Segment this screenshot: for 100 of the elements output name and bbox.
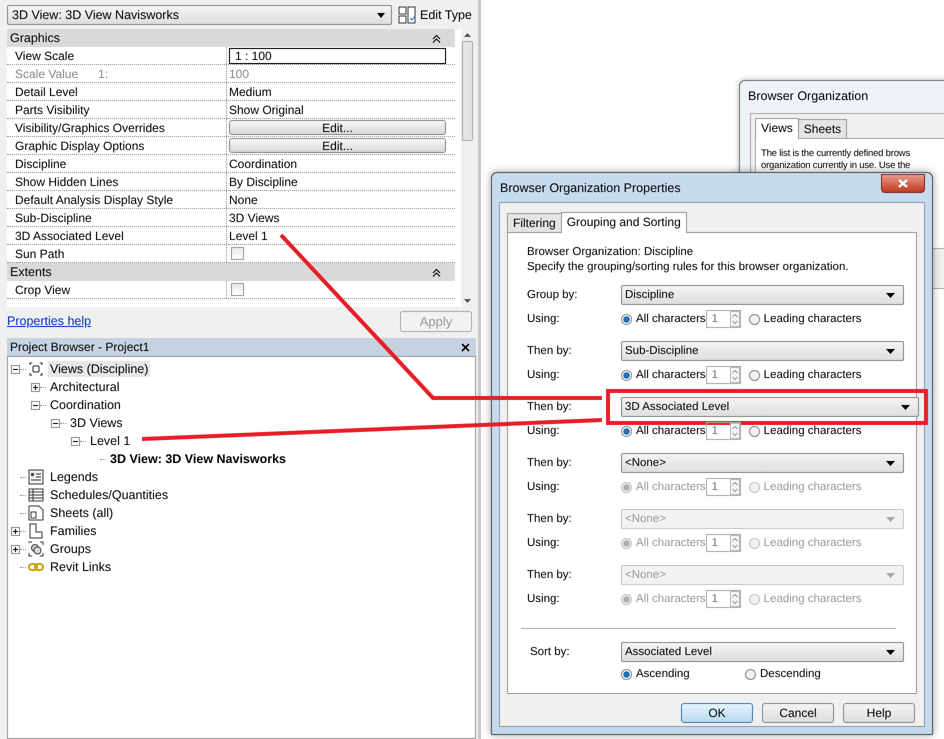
collapse-icon[interactable] xyxy=(31,400,40,410)
number-spinner[interactable]: 1 xyxy=(706,422,741,440)
edit-button[interactable]: Edit... xyxy=(229,120,446,135)
tree-item[interactable]: Families xyxy=(48,523,99,539)
tab[interactable]: Grouping and Sorting xyxy=(560,212,687,233)
radio-label[interactable]: Leading characters xyxy=(764,369,862,381)
expand-icon[interactable] xyxy=(11,544,20,554)
close-icon xyxy=(898,179,908,188)
dialog-button[interactable]: OK xyxy=(681,703,753,723)
property-label: Sub-Discipline xyxy=(15,210,92,224)
group-header[interactable]: Extents xyxy=(7,263,455,281)
collapse-icon[interactable] xyxy=(51,418,60,428)
tree-item[interactable]: Schedules/Quantities xyxy=(48,487,170,503)
property-label: 3D Associated Level xyxy=(15,228,124,242)
view-frame-icon xyxy=(28,361,44,377)
dropdown[interactable]: 3D Associated Level xyxy=(621,397,919,417)
legend-icon xyxy=(28,469,44,485)
property-value: Show Original xyxy=(229,102,304,116)
tree-item[interactable]: Legends xyxy=(48,469,100,485)
edit-type-button[interactable]: Edit Type xyxy=(398,6,472,24)
tree-item[interactable]: Groups xyxy=(48,541,93,557)
expand-icon[interactable] xyxy=(31,382,40,392)
type-selector[interactable]: 3D View: 3D View Navisworks xyxy=(7,5,392,25)
property-label: Crop View xyxy=(15,282,70,296)
panel-title: Project Browser - Project1 xyxy=(10,340,150,354)
radio-button[interactable] xyxy=(748,370,760,380)
tab[interactable]: Views xyxy=(755,118,799,139)
description-text: organization currently in use. Use the xyxy=(761,160,912,172)
collapse-icon[interactable] xyxy=(71,436,80,446)
radio-button[interactable] xyxy=(748,426,760,436)
field-label: Using: xyxy=(527,425,561,437)
collapse-icon[interactable] xyxy=(432,34,441,42)
field-label: Using: xyxy=(527,369,561,381)
sheet-icon xyxy=(28,505,44,521)
tab[interactable]: Sheets xyxy=(798,119,848,138)
radio-button[interactable] xyxy=(748,482,760,492)
dropdown-arrow-icon xyxy=(377,12,385,18)
edit-button[interactable]: Edit... xyxy=(229,138,446,153)
collapse-icon[interactable] xyxy=(11,364,20,374)
radio-label[interactable]: Descending xyxy=(760,668,821,680)
description-text: Specify the grouping/sorting rules for this browser organization. xyxy=(527,260,850,275)
property-label: Show Hidden Lines xyxy=(15,174,118,188)
radio-button[interactable] xyxy=(748,314,760,324)
tree-item[interactable]: 3D View: 3D View Navisworks xyxy=(108,451,288,467)
dropdown[interactable]: Sub-Discipline xyxy=(621,341,904,361)
dialog-button[interactable]: Cancel xyxy=(762,703,834,723)
value-field[interactable]: 1 : 100 xyxy=(229,48,446,64)
dropdown[interactable]: Discipline xyxy=(621,285,904,305)
close-icon[interactable] xyxy=(461,342,470,352)
radio-button[interactable] xyxy=(621,426,632,436)
description-text: Browser Organization: Discipline xyxy=(527,245,694,260)
property-value: None xyxy=(229,192,258,206)
radio-button[interactable] xyxy=(621,370,632,380)
tab[interactable]: Filtering xyxy=(507,213,562,232)
field-label: Then by: xyxy=(527,457,573,469)
tree-item[interactable]: Architectural xyxy=(48,379,122,395)
properties-help-link[interactable]: Properties help xyxy=(7,314,92,328)
group-header[interactable]: Graphics xyxy=(7,29,455,47)
radio-label[interactable]: All characters xyxy=(636,313,706,325)
radio-button[interactable] xyxy=(621,668,632,680)
field-label: Group by: xyxy=(527,289,578,301)
group-icon xyxy=(28,541,44,557)
number-spinner[interactable]: 1 xyxy=(706,310,741,328)
expand-icon[interactable] xyxy=(11,526,20,536)
tree-item[interactable]: 3D Views xyxy=(68,415,125,431)
scroll-down-icon[interactable] xyxy=(464,299,471,303)
radio-button[interactable] xyxy=(745,668,756,680)
property-value: Coordination xyxy=(229,156,298,170)
close-button[interactable] xyxy=(881,174,925,193)
property-value: 100 xyxy=(229,66,250,80)
scrollbar-thumb[interactable] xyxy=(462,41,473,141)
field-label: Sort by: xyxy=(530,646,571,658)
radio-button[interactable] xyxy=(621,482,632,492)
number-spinner[interactable]: 1 xyxy=(706,366,741,384)
checkbox[interactable] xyxy=(231,247,244,260)
field-label: Using: xyxy=(527,593,561,605)
tree-item[interactable]: Sheets (all) xyxy=(48,505,116,521)
field-label: Using: xyxy=(527,537,561,549)
dropdown-arrow-icon xyxy=(886,292,895,298)
checkbox[interactable] xyxy=(231,283,244,296)
tree-item[interactable]: Coordination xyxy=(48,397,123,413)
tree-item[interactable]: Level 1 xyxy=(88,433,132,449)
dialog-button[interactable]: Help xyxy=(843,703,915,723)
radio-label[interactable]: Leading characters xyxy=(764,313,862,325)
dropdown[interactable]: Associated Level xyxy=(621,642,904,662)
radio-label[interactable]: Leading characters xyxy=(764,425,862,437)
property-label: View Scale xyxy=(15,48,74,62)
dropdown-arrow-icon xyxy=(886,460,895,466)
radio-label[interactable]: All characters xyxy=(636,425,706,437)
tree-item[interactable]: Revit Links xyxy=(48,559,114,575)
radio-button[interactable] xyxy=(621,314,632,324)
dropdown[interactable]: <None> xyxy=(621,453,904,473)
radio-label[interactable]: Ascending xyxy=(636,668,690,680)
scroll-up-icon[interactable] xyxy=(464,33,471,37)
dropdown-arrow-icon xyxy=(886,650,895,654)
tree-item[interactable]: Views (Discipline) xyxy=(48,361,150,377)
number-spinner[interactable]: 1 xyxy=(706,478,741,496)
property-value: Level 1 xyxy=(229,228,268,242)
collapse-icon[interactable] xyxy=(432,268,441,276)
radio-label[interactable]: All characters xyxy=(636,369,706,381)
